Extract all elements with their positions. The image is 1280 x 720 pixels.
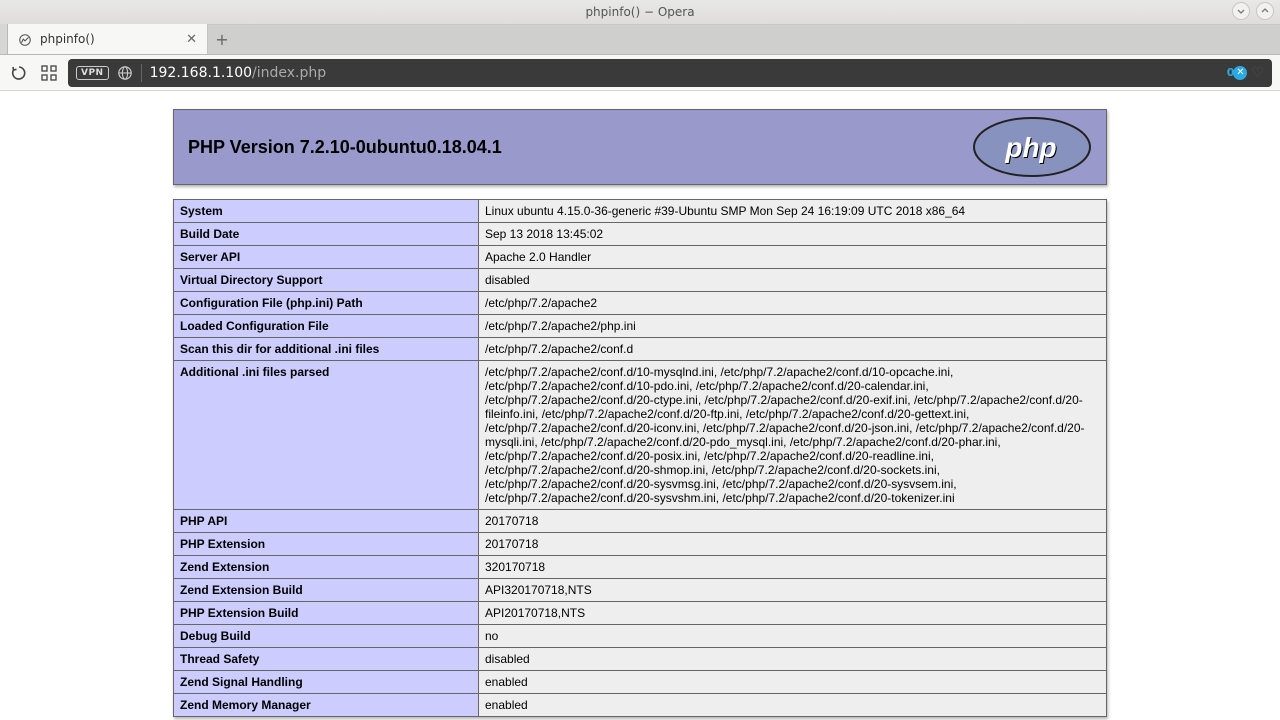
table-row: PHP Extension BuildAPI20170718,NTS bbox=[174, 602, 1107, 625]
info-key: Scan this dir for additional .ini files bbox=[174, 338, 479, 361]
table-row: Server APIApache 2.0 Handler bbox=[174, 246, 1107, 269]
info-key: Zend Extension bbox=[174, 556, 479, 579]
tab-favicon-icon bbox=[18, 32, 32, 46]
window-title: phpinfo() − Opera bbox=[585, 5, 694, 19]
php-version-heading: PHP Version 7.2.10-0ubuntu0.18.04.1 bbox=[188, 137, 502, 158]
phpinfo-header: PHP Version 7.2.10-0ubuntu0.18.04.1 php … bbox=[173, 109, 1107, 185]
info-key: PHP API bbox=[174, 510, 479, 533]
address-bar: VPN 192.168.1.100/index.php 0 ✕ ♡ bbox=[0, 55, 1280, 91]
adblock-icon: ✕ bbox=[1233, 66, 1247, 80]
table-row: PHP API20170718 bbox=[174, 510, 1107, 533]
window-controls bbox=[1232, 2, 1274, 20]
info-value: /etc/php/7.2/apache2/conf.d/10-mysqlnd.i… bbox=[479, 361, 1107, 510]
table-row: Loaded Configuration File/etc/php/7.2/ap… bbox=[174, 315, 1107, 338]
table-row: Configuration File (php.ini) Path/etc/ph… bbox=[174, 292, 1107, 315]
table-row: Zend Signal Handlingenabled bbox=[174, 671, 1107, 694]
table-row: Debug Buildno bbox=[174, 625, 1107, 648]
info-value: enabled bbox=[479, 671, 1107, 694]
info-key: PHP Extension Build bbox=[174, 602, 479, 625]
table-row: Thread Safetydisabled bbox=[174, 648, 1107, 671]
browser-tab[interactable]: phpinfo() ✕ bbox=[8, 24, 208, 54]
info-key: Zend Extension Build bbox=[174, 579, 479, 602]
tab-bar: phpinfo() ✕ + bbox=[0, 25, 1280, 55]
table-row: Virtual Directory Supportdisabled bbox=[174, 269, 1107, 292]
info-value: disabled bbox=[479, 648, 1107, 671]
reload-button[interactable] bbox=[8, 62, 30, 84]
info-value: 20170718 bbox=[479, 533, 1107, 556]
window-minimize-button[interactable] bbox=[1232, 2, 1250, 20]
url-separator bbox=[141, 64, 142, 82]
info-value: no bbox=[479, 625, 1107, 648]
info-value: /etc/php/7.2/apache2/php.ini bbox=[479, 315, 1107, 338]
table-row: Zend Extension320170718 bbox=[174, 556, 1107, 579]
new-tab-button[interactable]: + bbox=[208, 24, 236, 54]
info-key: Build Date bbox=[174, 223, 479, 246]
info-value: disabled bbox=[479, 269, 1107, 292]
info-key: Zend Signal Handling bbox=[174, 671, 479, 694]
vpn-badge[interactable]: VPN bbox=[76, 66, 109, 80]
info-value: API20170718,NTS bbox=[479, 602, 1107, 625]
table-row: Scan this dir for additional .ini files/… bbox=[174, 338, 1107, 361]
window-titlebar: phpinfo() − Opera bbox=[0, 0, 1280, 25]
info-key: Loaded Configuration File bbox=[174, 315, 479, 338]
url-path: /index.php bbox=[252, 65, 326, 81]
info-value: Sep 13 2018 13:45:02 bbox=[479, 223, 1107, 246]
info-value: /etc/php/7.2/apache2 bbox=[479, 292, 1107, 315]
info-key: PHP Extension bbox=[174, 533, 479, 556]
address-right-controls: 0 ✕ ♡ bbox=[1227, 65, 1264, 81]
info-key: Server API bbox=[174, 246, 479, 269]
table-row: SystemLinux ubuntu 4.15.0-36-generic #39… bbox=[174, 200, 1107, 223]
info-key: Thread Safety bbox=[174, 648, 479, 671]
info-value: Apache 2.0 Handler bbox=[479, 246, 1107, 269]
info-value: Linux ubuntu 4.15.0-36-generic #39-Ubunt… bbox=[479, 200, 1107, 223]
phpinfo-table: SystemLinux ubuntu 4.15.0-36-generic #39… bbox=[173, 199, 1107, 717]
info-key: Zend Memory Manager bbox=[174, 694, 479, 717]
tab-label: phpinfo() bbox=[40, 32, 178, 46]
info-value: 20170718 bbox=[479, 510, 1107, 533]
page-content[interactable]: PHP Version 7.2.10-0ubuntu0.18.04.1 php … bbox=[0, 91, 1280, 720]
tab-stub bbox=[0, 24, 8, 54]
url-text: 192.168.1.100/index.php bbox=[150, 65, 327, 81]
table-row: PHP Extension20170718 bbox=[174, 533, 1107, 556]
info-key: Additional .ini files parsed bbox=[174, 361, 479, 510]
info-key: Virtual Directory Support bbox=[174, 269, 479, 292]
table-row: Additional .ini files parsed/etc/php/7.2… bbox=[174, 361, 1107, 510]
globe-icon bbox=[117, 65, 133, 81]
adblock-badge[interactable]: 0 ✕ bbox=[1227, 66, 1248, 80]
info-key: Configuration File (php.ini) Path bbox=[174, 292, 479, 315]
tab-close-icon[interactable]: ✕ bbox=[186, 32, 197, 47]
table-row: Zend Extension BuildAPI320170718,NTS bbox=[174, 579, 1107, 602]
info-value: API320170718,NTS bbox=[479, 579, 1107, 602]
info-value: enabled bbox=[479, 694, 1107, 717]
info-key: System bbox=[174, 200, 479, 223]
info-value: 320170718 bbox=[479, 556, 1107, 579]
address-field[interactable]: VPN 192.168.1.100/index.php 0 ✕ ♡ bbox=[68, 59, 1272, 87]
info-key: Debug Build bbox=[174, 625, 479, 648]
speed-dial-button[interactable] bbox=[38, 62, 60, 84]
php-logo-icon: php php bbox=[972, 116, 1092, 178]
table-row: Zend Memory Managerenabled bbox=[174, 694, 1107, 717]
table-row: Build DateSep 13 2018 13:45:02 bbox=[174, 223, 1107, 246]
heart-icon[interactable]: ♡ bbox=[1251, 65, 1264, 81]
window-maximize-button[interactable] bbox=[1256, 2, 1274, 20]
svg-text:php: php bbox=[1004, 132, 1056, 163]
info-value: /etc/php/7.2/apache2/conf.d bbox=[479, 338, 1107, 361]
phpinfo-container: PHP Version 7.2.10-0ubuntu0.18.04.1 php … bbox=[173, 109, 1107, 717]
url-host: 192.168.1.100 bbox=[150, 65, 252, 81]
